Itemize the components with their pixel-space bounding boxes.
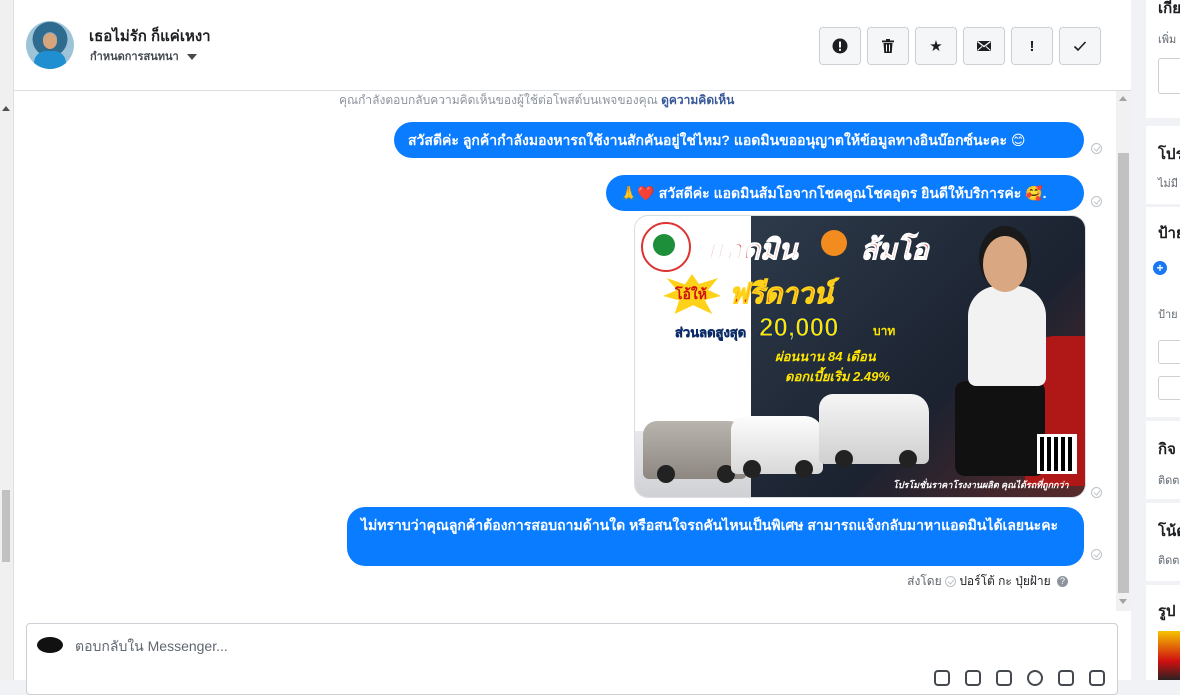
like-icon[interactable] [1058, 670, 1074, 686]
promo-free-down-text: ฟรีดาวน์ [729, 278, 834, 310]
dealer-logo [641, 222, 691, 272]
orange-icon [821, 230, 847, 256]
car-truck [819, 394, 929, 468]
template-icon[interactable] [996, 670, 1012, 686]
delete-button[interactable] [867, 27, 909, 65]
exclamation-icon: ! [1029, 37, 1035, 55]
sent-check-icon [944, 576, 956, 588]
section-title: โปร [1158, 146, 1180, 163]
section-title: รูป [1158, 603, 1176, 620]
section-title: กิจ [1158, 441, 1176, 458]
sent-by-label: ส่งโดย [907, 574, 942, 588]
promo-discount-label: ส่วนลดสูงสุด [675, 325, 747, 341]
section-sub: ป้าย [1158, 309, 1178, 321]
photos-card: รูป [1146, 585, 1180, 680]
section-title: ป้าย [1158, 225, 1180, 242]
header-actions: ★ ! [819, 27, 1101, 65]
about-card: เกี่ย เพิ่ม [1146, 0, 1180, 118]
image-person-head [983, 236, 1027, 292]
reply-input[interactable] [73, 634, 677, 658]
promo-name-text: ส้มโอ [860, 234, 929, 266]
promo-baht-text: บาท [873, 324, 896, 338]
profile-card: โปร ไม่มี [1146, 126, 1180, 204]
labels-card: ป้าย ป้าย [1146, 207, 1180, 417]
mark-done-button[interactable] [1059, 27, 1101, 65]
composer-tools [934, 670, 1105, 686]
message-bubble[interactable]: 🙏❤️ สวัสดีค่ะ แอดมินส้มโอจากโชคคูณโชคอุด… [606, 175, 1084, 211]
sent-check-icon [1091, 487, 1102, 498]
promo-discount-amount: 20,000 [759, 312, 840, 343]
scroll-up-arrow[interactable] [2, 106, 10, 111]
section-sub: ติดต [1158, 475, 1180, 487]
car-pickup [731, 416, 823, 478]
avatar-face [43, 33, 57, 49]
assign-conversation-dropdown[interactable]: กำหนดการสนทนา [90, 47, 197, 65]
about-field[interactable] [1158, 58, 1180, 94]
section-sub: ไม่มี [1158, 178, 1179, 190]
promo-footer-text: โปรโมชั่นราคาโรงงานผลิต คุณได้รถที่ถูกกว… [893, 480, 1069, 490]
message-bubble[interactable]: ไม่ทราบว่าคุณลูกค้าต้องการสอบถามด้านใด ห… [347, 507, 1084, 566]
contact-avatar[interactable] [26, 21, 74, 69]
section-sub: ติดต [1158, 555, 1180, 567]
add-label-icon[interactable]: + [1153, 261, 1167, 275]
saved-reply-icon[interactable] [934, 670, 950, 686]
promo-image-attachment[interactable]: แอดมิน ส้มโอ โอ้ให้ ฟรีดาวน์ ส่วนลดสูงสุ… [634, 215, 1086, 498]
report-spam-button[interactable] [819, 27, 861, 65]
sent-check-icon [1091, 196, 1102, 207]
qr-code [1037, 434, 1077, 474]
attachment-icon[interactable] [965, 670, 981, 686]
view-comment-link[interactable]: ดูความคิดเห็น [661, 93, 734, 107]
right-info-panel: เกี่ย เพิ่ม โปร ไม่มี ป้าย ป้าย + กิจ ติ… [1131, 0, 1180, 680]
promo-installment-text: ผ่อนนาน 84 เดือน [775, 349, 876, 364]
contact-name[interactable]: เธอไม่รัก ก็แค่เหงา [89, 24, 211, 48]
sent-check-icon [1091, 143, 1102, 154]
section-title: เกี่ย [1158, 0, 1180, 17]
notes-card: โน้ต ติดต [1146, 503, 1180, 581]
send-icon[interactable] [1089, 670, 1105, 686]
assign-label: กำหนดการสนทนา [90, 51, 179, 63]
conversation-panel: เธอไม่รัก ก็แค่เหงา กำหนดการสนทนา ★ ! คุ… [13, 0, 1132, 695]
star-icon: ★ [929, 38, 943, 55]
activity-card: กิจ ติดต [1146, 421, 1180, 499]
conversation-header: เธอไม่รัก ก็แค่เหงา กำหนดการสนทนา ★ ! [14, 0, 1131, 91]
caret-down-icon [186, 54, 197, 61]
promo-give-text: โอ้ให้ [675, 286, 707, 302]
message-thread[interactable]: คุณกำลังตอบกลับความคิดเห็นของผู้ใช้ต่อโพ… [14, 91, 1116, 611]
image-person-legs [955, 381, 1045, 476]
envelope-icon [977, 40, 991, 51]
photo-thumbnail[interactable] [1158, 631, 1180, 680]
promo-admin-text: แอดมิน [707, 234, 799, 266]
info-icon[interactable]: ? [1057, 576, 1068, 588]
mark-unread-button[interactable] [963, 27, 1005, 65]
section-sub: เพิ่ม [1158, 34, 1177, 46]
section-title: โน้ต [1158, 523, 1180, 540]
message-bubble[interactable]: สวัสดีค่ะ ลูกค้ากำลังมองหารถใช้งานสักคัน… [394, 122, 1084, 158]
scroll-up-arrow[interactable] [1119, 96, 1127, 101]
thread-scrollbar[interactable] [1116, 91, 1131, 611]
page-avatar [37, 637, 63, 653]
outer-scroll-thumb[interactable] [2, 490, 10, 562]
star-button[interactable]: ★ [915, 27, 957, 65]
sent-check-icon [1091, 549, 1102, 560]
check-icon [1073, 41, 1087, 52]
alert-circle-icon [832, 38, 848, 54]
label-field[interactable] [1158, 340, 1180, 364]
outer-scrollbar[interactable] [0, 0, 12, 680]
image-person-shirt [968, 286, 1046, 386]
avatar-shirt [34, 51, 66, 69]
label-field[interactable] [1158, 376, 1180, 400]
sent-by-name[interactable]: ปอร์โต้ กะ ปุ่ยฝ้าย [959, 574, 1050, 588]
reply-composer[interactable] [26, 623, 1118, 695]
scroll-down-arrow[interactable] [1119, 599, 1127, 604]
notice-text: คุณกำลังตอบกลับความคิดเห็นของผู้ใช้ต่อโพ… [339, 93, 658, 107]
follow-up-button[interactable]: ! [1011, 27, 1053, 65]
trash-icon [882, 39, 894, 53]
thread-scroll-thumb[interactable] [1118, 153, 1129, 593]
sent-by-info: ส่งโดย ปอร์โต้ กะ ปุ่ยฝ้าย ? [907, 572, 1068, 591]
emoji-icon[interactable] [1027, 670, 1043, 686]
promo-interest-text: ดอกเบี้ยเริ่ม 2.49% [785, 369, 890, 384]
